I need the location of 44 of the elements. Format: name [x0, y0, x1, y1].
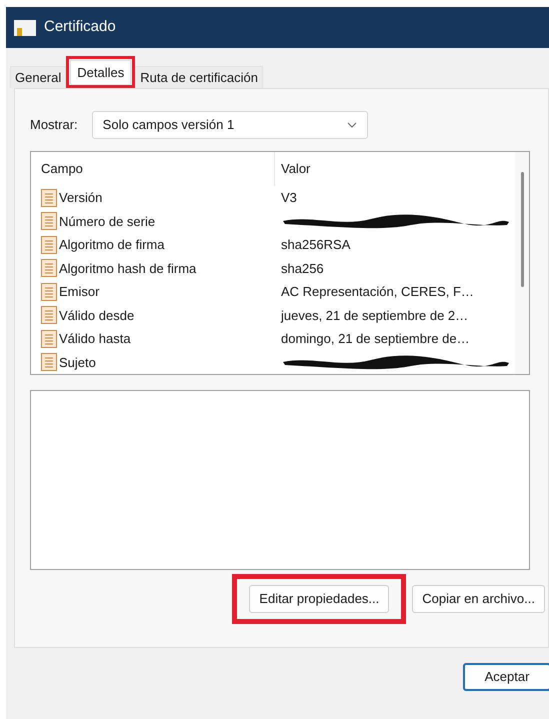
field-name: Algoritmo hash de firma — [59, 260, 196, 278]
field-name: Emisor — [59, 283, 100, 301]
field-row[interactable]: Sujeto — [31, 350, 515, 374]
field-name: Número de serie — [59, 212, 156, 230]
field-row[interactable]: Número de serie — [31, 210, 515, 233]
field-name: Sujeto — [59, 354, 96, 372]
window-title: Certificado — [44, 17, 116, 38]
field-row[interactable]: Válido desde jueves, 21 de septiembre de 2… — [31, 304, 515, 327]
field-row[interactable]: Versión V3 — [31, 186, 515, 210]
chevron-down-icon — [346, 122, 357, 128]
show-label: Mostrar: — [30, 116, 78, 134]
field-row[interactable]: Emisor AC Representación, CERES, F… — [31, 280, 515, 304]
column-header[interactable]: Campo — [31, 152, 275, 186]
action-button[interactable]: Copiar en archivo... — [412, 585, 545, 613]
field-value: jueves, 21 de septiembre de 2… — [281, 306, 468, 325]
field-icon — [41, 306, 57, 324]
field-value: sha256 — [281, 260, 324, 278]
tab[interactable]: Ruta de certificación — [135, 66, 263, 88]
field-name: Válido hasta — [59, 330, 131, 348]
scrollbar[interactable] — [515, 152, 529, 374]
field-icon — [41, 188, 57, 207]
tab[interactable]: General — [10, 66, 66, 88]
column-header[interactable]: Valor — [275, 152, 515, 186]
field-icon — [41, 212, 57, 230]
field-icon — [41, 282, 57, 301]
field-name: Algoritmo de firma — [59, 236, 164, 254]
field-value: AC Representación, CERES, F… — [281, 283, 474, 301]
field-value: domingo, 21 de septiembre de… — [281, 330, 470, 348]
field-row[interactable]: Algoritmo de firma sha256RSA — [31, 233, 515, 256]
field-row[interactable]: Válido hasta domingo, 21 de septiembre de… — [31, 327, 515, 350]
field-icon — [41, 236, 57, 254]
field-icon — [41, 330, 57, 348]
field-name: Versión — [59, 189, 102, 207]
show-dropdown[interactable]: Solo campos versión 1 — [92, 111, 368, 139]
field-icon — [41, 353, 57, 372]
action-button[interactable]: Editar propiedades... — [249, 585, 390, 613]
field-row[interactable]: Algoritmo hash de firma sha256 — [31, 256, 515, 280]
field-value: sha256RSA — [281, 236, 350, 254]
field-name: Válido desde — [59, 306, 134, 324]
accept-button[interactable]: Aceptar — [463, 663, 549, 691]
tab[interactable]: Detalles — [70, 60, 132, 84]
field-icon — [41, 259, 57, 278]
field-value: V3 — [281, 189, 297, 207]
certificate-icon — [14, 20, 36, 36]
